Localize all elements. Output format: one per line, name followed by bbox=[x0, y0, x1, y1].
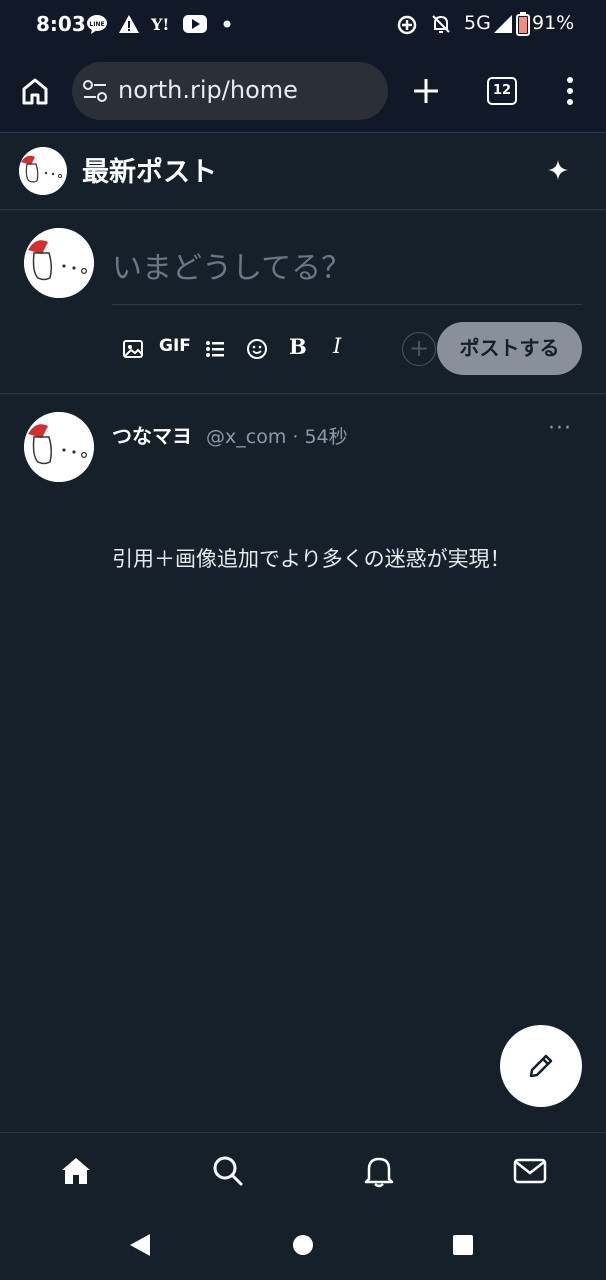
youtube-icon bbox=[183, 15, 207, 33]
post-more-button[interactable]: ··· bbox=[548, 416, 572, 441]
data-saver-icon bbox=[397, 15, 417, 35]
compose-fab[interactable] bbox=[500, 1025, 582, 1107]
mute-bell-icon bbox=[432, 15, 450, 33]
bold-button[interactable]: B bbox=[289, 334, 307, 359]
plus-icon: + bbox=[408, 334, 430, 362]
post-avatar[interactable] bbox=[24, 412, 94, 482]
mail-icon[interactable] bbox=[513, 1158, 547, 1184]
site-settings-icon[interactable] bbox=[82, 78, 108, 104]
avatar-image bbox=[19, 147, 67, 195]
emoji-icon[interactable] bbox=[246, 338, 268, 360]
compose-input[interactable]: いまどうしてる？ bbox=[112, 243, 351, 287]
network-label: 5G bbox=[464, 12, 491, 34]
post-timestamp[interactable]: 54秒 bbox=[304, 426, 347, 448]
bell-icon[interactable] bbox=[364, 1154, 394, 1188]
search-icon[interactable] bbox=[212, 1155, 244, 1187]
page-title: 最新ポスト bbox=[82, 157, 217, 188]
add-thread-button[interactable]: + bbox=[402, 332, 436, 366]
meta-separator: · bbox=[292, 426, 299, 448]
home-icon[interactable] bbox=[60, 1156, 92, 1186]
warning-icon bbox=[119, 15, 139, 33]
svg-text:LINE: LINE bbox=[89, 21, 104, 28]
italic-button[interactable]: I bbox=[333, 334, 341, 358]
section-divider bbox=[0, 393, 606, 394]
post-handle[interactable]: @x_com bbox=[206, 426, 286, 448]
gif-button[interactable]: GIF bbox=[159, 336, 191, 356]
sparkle-icon[interactable] bbox=[547, 159, 569, 181]
home-circle-icon[interactable] bbox=[292, 1234, 314, 1256]
header-avatar[interactable] bbox=[19, 147, 67, 195]
composer-divider bbox=[112, 304, 582, 305]
avatar-image bbox=[24, 228, 94, 298]
browser-menu-icon[interactable] bbox=[564, 76, 576, 106]
image-icon[interactable] bbox=[122, 339, 144, 359]
signal-icon bbox=[494, 15, 512, 33]
yahoo-icon: Y! bbox=[150, 15, 169, 34]
back-icon[interactable] bbox=[128, 1232, 152, 1258]
battery-percent: 91% bbox=[532, 12, 575, 34]
recents-icon[interactable] bbox=[452, 1234, 474, 1256]
post-body: 引用＋画像追加でより多くの迷惑が実現！ bbox=[112, 547, 511, 571]
list-icon[interactable] bbox=[205, 339, 225, 359]
url-text[interactable]: north.rip/home bbox=[118, 76, 298, 104]
post-button[interactable]: ポストする bbox=[437, 322, 582, 375]
svg-text:Y!: Y! bbox=[150, 15, 169, 34]
browser-home-icon[interactable] bbox=[20, 76, 50, 106]
post-author-name[interactable]: つなマヨ bbox=[112, 420, 192, 449]
tab-switcher-button[interactable]: 12 bbox=[487, 77, 517, 105]
composer-avatar[interactable] bbox=[24, 228, 94, 298]
line-icon: LINE bbox=[87, 15, 107, 34]
pencil-icon bbox=[529, 1054, 553, 1078]
status-time: 8:03 bbox=[36, 12, 86, 36]
avatar-image bbox=[24, 412, 94, 482]
new-tab-icon[interactable] bbox=[412, 77, 440, 105]
dot-icon bbox=[223, 20, 231, 28]
post-meta: @x_com · 54秒 bbox=[206, 422, 348, 449]
battery-icon bbox=[516, 12, 530, 36]
